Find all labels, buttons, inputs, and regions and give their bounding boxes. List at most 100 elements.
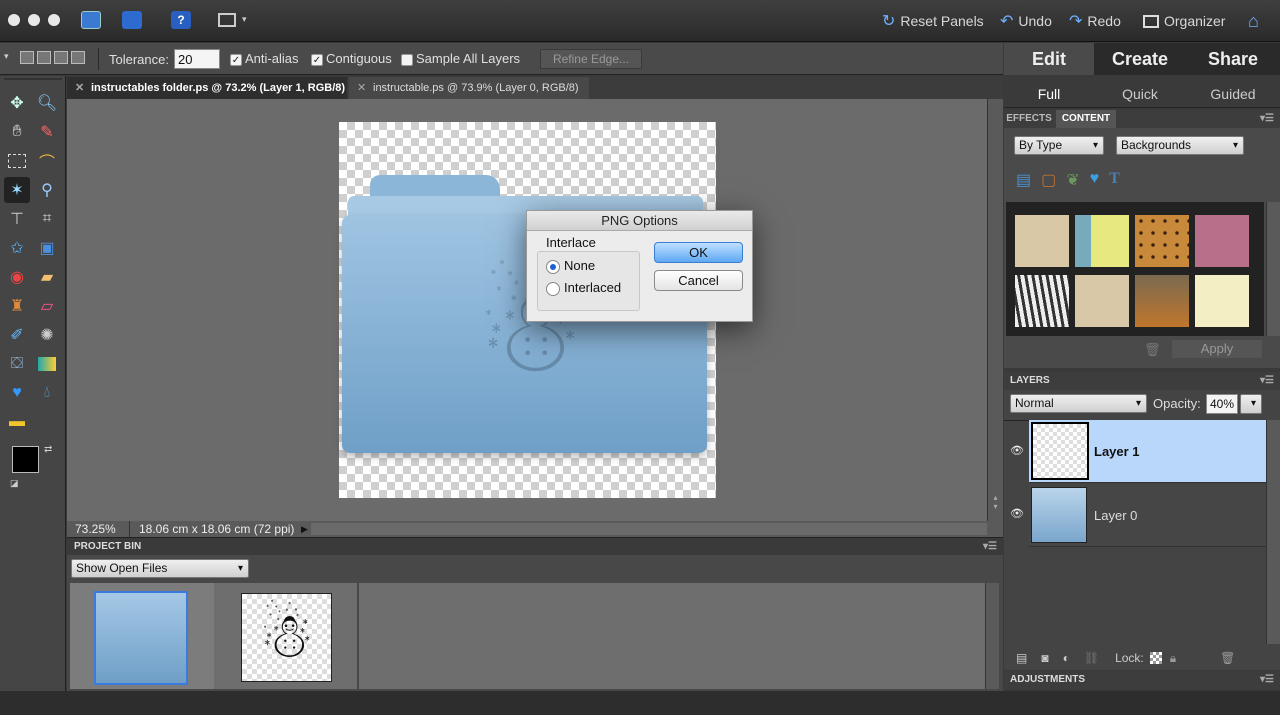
- tool-preset-chevron-icon[interactable]: ▾: [4, 51, 9, 62]
- trash-icon[interactable]: 🗑︎: [1144, 342, 1161, 358]
- marquee-tool-icon[interactable]: [4, 148, 30, 174]
- red-eye-tool-icon[interactable]: ◉: [4, 264, 30, 290]
- new-file-icon[interactable]: [81, 11, 101, 29]
- crop-tool-icon[interactable]: ⌗: [34, 206, 60, 232]
- text-type-icon[interactable]: T: [1109, 170, 1120, 190]
- link-icon[interactable]: ⛓︎: [1084, 651, 1099, 665]
- status-menu-triangle-icon[interactable]: ▶: [301, 521, 308, 537]
- close-window-button[interactable]: [8, 14, 20, 26]
- chevron-down-icon[interactable]: ▾: [242, 14, 247, 25]
- help-icon[interactable]: ?: [171, 11, 191, 29]
- thumbnail-africa-map[interactable]: [1014, 214, 1070, 268]
- organizer-button[interactable]: Organizer: [1143, 11, 1225, 31]
- tab-full[interactable]: Full: [1004, 76, 1094, 108]
- tolerance-input[interactable]: 20: [174, 49, 220, 69]
- quick-selection-tool-icon[interactable]: ⚲: [34, 177, 60, 203]
- layer-row-layer-0[interactable]: Layer 0: [1029, 484, 1266, 547]
- visibility-eye-icon[interactable]: 👁︎: [1010, 444, 1024, 457]
- graphic-type-icon[interactable]: ❦: [1066, 170, 1079, 190]
- type-tool-icon[interactable]: ⊤: [4, 206, 30, 232]
- sample-all-layers-checkbox[interactable]: Sample All Layers: [401, 51, 520, 66]
- clone-stamp-tool-icon[interactable]: ♜: [4, 293, 30, 319]
- by-type-select[interactable]: By Type: [1014, 136, 1104, 155]
- redo-button[interactable]: ↷ Redo: [1069, 11, 1121, 31]
- healing-brush-tool-icon[interactable]: ▰: [34, 264, 60, 290]
- shape-star-tool-icon[interactable]: ✩: [4, 235, 30, 261]
- bin-scrollbar[interactable]: [985, 583, 999, 689]
- tab-guided[interactable]: Guided: [1186, 76, 1280, 108]
- minimize-window-button[interactable]: [28, 14, 40, 26]
- gradient-tool-icon[interactable]: [34, 351, 60, 377]
- contiguous-checkbox[interactable]: ✓ Contiguous: [311, 51, 392, 66]
- show-open-files-select[interactable]: Show Open Files: [71, 559, 249, 578]
- backgrounds-select[interactable]: Backgrounds: [1116, 136, 1244, 155]
- layers-scrollbar[interactable]: [1266, 420, 1280, 644]
- tab-create[interactable]: Create: [1095, 43, 1185, 75]
- custom-shape-heart-icon[interactable]: ♥: [4, 380, 30, 406]
- frame-type-icon[interactable]: ▢: [1041, 170, 1056, 190]
- layout-icon[interactable]: [218, 13, 236, 27]
- refine-edge-button[interactable]: Refine Edge...: [540, 49, 642, 69]
- panel-menu-icon[interactable]: ▾☰: [983, 538, 997, 556]
- ok-button[interactable]: OK: [654, 242, 743, 263]
- blur-tool-icon[interactable]: 💧︎: [34, 380, 60, 406]
- tab-instructables-folder[interactable]: ✕ instructables folder.ps @ 73.2% (Layer…: [67, 77, 347, 99]
- panel-menu-icon[interactable]: ▾☰: [1260, 372, 1274, 390]
- swap-colors-icon[interactable]: ⇄: [44, 444, 52, 455]
- canvas-vertical-scrollbar[interactable]: ▴ ▾: [987, 99, 1003, 521]
- eyedropper-tool-icon[interactable]: ✎: [34, 119, 60, 145]
- recompose-tool-icon[interactable]: ▣: [34, 235, 60, 261]
- opacity-input[interactable]: 40%: [1206, 394, 1238, 414]
- tab-quick[interactable]: Quick: [1095, 76, 1185, 108]
- close-tab-icon[interactable]: ✕: [357, 77, 366, 99]
- zoom-window-button[interactable]: [48, 14, 60, 26]
- paint-bucket-tool-icon[interactable]: ⛋: [4, 351, 30, 377]
- zoom-tool-icon[interactable]: 🔍︎: [34, 90, 60, 116]
- brush-tool-icon[interactable]: ✐: [4, 322, 30, 348]
- hand-tool-icon[interactable]: ✋︎: [4, 119, 30, 145]
- panel-menu-icon[interactable]: ▾☰: [1260, 110, 1274, 128]
- tab-content[interactable]: CONTENT: [1056, 110, 1116, 128]
- shape-heart-icon[interactable]: ♥: [1090, 170, 1100, 190]
- lock-transparency-icon[interactable]: [1149, 652, 1162, 664]
- new-layer-icon[interactable]: ▤: [1016, 651, 1027, 665]
- blend-mode-select[interactable]: Normal: [1010, 394, 1147, 413]
- thumbnail-cream[interactable]: [1194, 274, 1250, 328]
- tab-instructable[interactable]: ✕ instructable.ps @ 73.9% (Layer 0, RGB/…: [349, 77, 589, 99]
- tab-share[interactable]: Share: [1186, 43, 1280, 75]
- close-tab-icon[interactable]: ✕: [75, 77, 84, 99]
- foreground-color-swatch[interactable]: [12, 446, 39, 473]
- anti-alias-checkbox[interactable]: ✓ Anti-alias: [230, 51, 298, 66]
- opacity-dropdown[interactable]: [1240, 394, 1262, 414]
- thumbnail-pink-texture[interactable]: [1194, 214, 1250, 268]
- delete-layer-icon[interactable]: 🗑︎: [1220, 651, 1235, 665]
- smart-brush-tool-icon[interactable]: ✺: [34, 322, 60, 348]
- layer-row-layer-1[interactable]: Layer 1: [1029, 420, 1266, 483]
- thumbnail-world-map[interactable]: [1074, 274, 1130, 328]
- magic-wand-tool-icon[interactable]: ✶: [4, 177, 30, 203]
- eraser-tool-icon[interactable]: ▱: [34, 293, 60, 319]
- sponge-tool-icon[interactable]: ▬: [4, 409, 30, 435]
- home-icon[interactable]: ⌂: [1248, 11, 1268, 31]
- interlace-none-radio[interactable]: None: [546, 258, 595, 274]
- panel-menu-icon[interactable]: ▾☰: [1260, 671, 1274, 689]
- lasso-tool-icon[interactable]: ⌒: [34, 148, 60, 174]
- default-colors-icon[interactable]: ◪: [10, 478, 19, 489]
- tab-edit[interactable]: Edit: [1004, 43, 1094, 75]
- thumbnail-autumn[interactable]: [1134, 274, 1190, 328]
- selection-mode-icons[interactable]: [20, 51, 90, 67]
- reset-panels-button[interactable]: ↻ Reset Panels: [882, 11, 984, 31]
- bin-thumbnail-folder[interactable]: [94, 591, 188, 685]
- tab-effects[interactable]: EFFECTS: [1004, 110, 1054, 128]
- save-icon[interactable]: [122, 11, 142, 29]
- background-type-icon[interactable]: ▤: [1016, 170, 1031, 190]
- mask-icon[interactable]: ◐: [1063, 651, 1070, 665]
- canvas-horizontal-scrollbar[interactable]: [311, 523, 987, 535]
- content-scrollbar[interactable]: [1266, 202, 1280, 336]
- apply-button[interactable]: Apply: [1172, 340, 1262, 358]
- bin-thumbnail-robot[interactable]: ☃︎: [241, 593, 332, 682]
- thumbnail-cartoon[interactable]: [1074, 214, 1130, 268]
- thumbnail-zebra[interactable]: [1014, 274, 1070, 328]
- lock-all-icon[interactable]: 🔒︎: [1170, 651, 1176, 666]
- thumbnail-leopard[interactable]: [1134, 214, 1190, 268]
